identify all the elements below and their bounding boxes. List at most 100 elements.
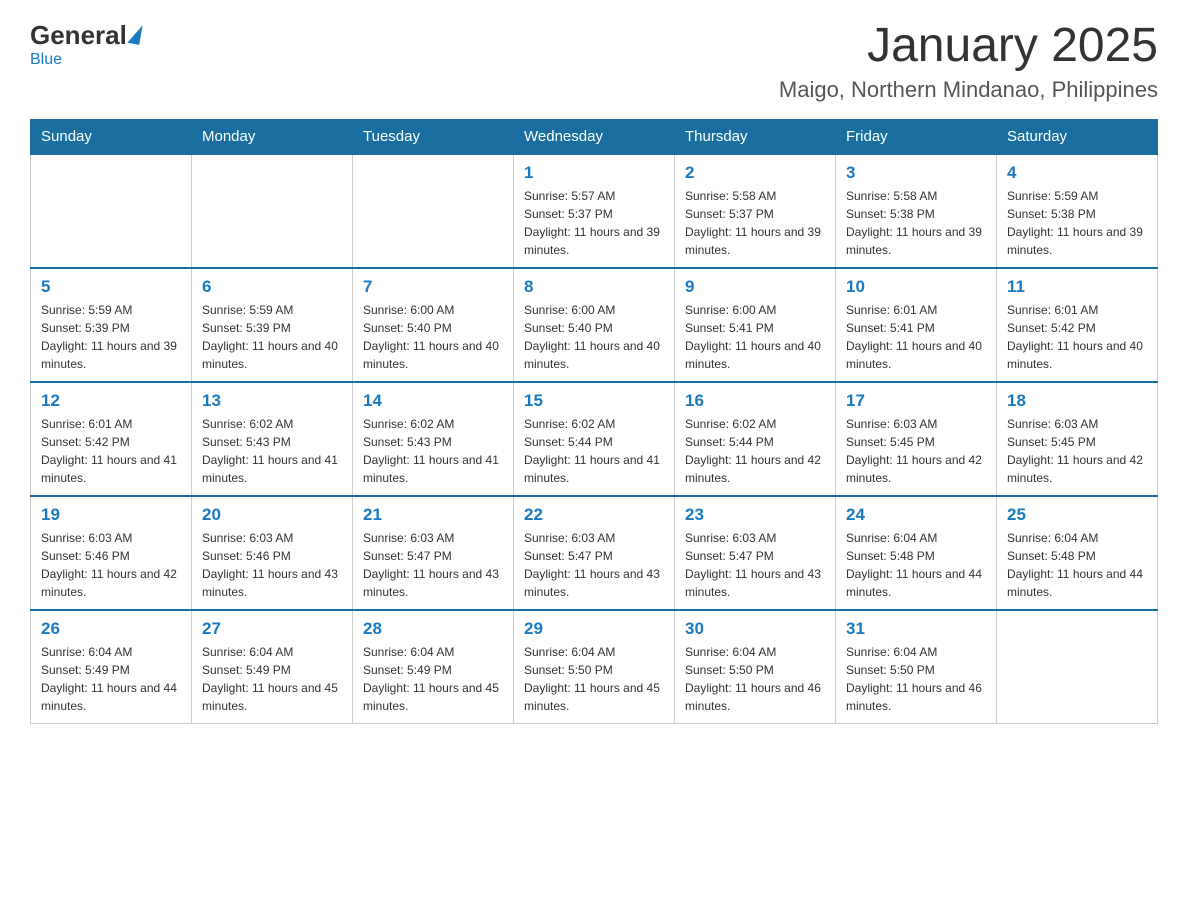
calendar-cell: 7 Sunrise: 6:00 AM Sunset: 5:40 PM Daylig… (353, 268, 514, 382)
day-number: 27 (202, 619, 342, 639)
calendar-cell: 30 Sunrise: 6:04 AM Sunset: 5:50 PM Dayli… (675, 610, 836, 724)
calendar-cell: 5Sunrise: 5:59 AM Sunset: 5:39 PM Daylig… (31, 268, 192, 382)
day-info: Sunrise: 5:57 AM Sunset: 5:37 PM Dayligh… (524, 187, 664, 259)
day-number: 3 (846, 163, 986, 183)
day-number: 21 (363, 505, 503, 525)
day-number: 23 (685, 505, 825, 525)
day-info: Sunrise: 6:03 AM Sunset: 5:47 PM Dayligh… (363, 529, 503, 601)
calendar-cell: 19 Sunrise: 6:03 AM Sunset: 5:46 PM Dayli… (31, 496, 192, 610)
day-info: Sunrise: 5:59 AM Sunset: 5:39 PM Dayligh… (202, 301, 342, 373)
calendar-cell (353, 154, 514, 268)
calendar-cell: 15 Sunrise: 6:02 AM Sunset: 5:44 PM Dayli… (514, 382, 675, 496)
logo: General Blue (30, 20, 141, 69)
day-info: Sunrise: 6:01 AM Sunset: 5:42 PM Dayligh… (41, 415, 181, 487)
day-info: Sunrise: 6:03 AM Sunset: 5:47 PM Dayligh… (524, 529, 664, 601)
page-header: General Blue January 2025 Maigo, Norther… (30, 20, 1158, 103)
calendar-cell: 14 Sunrise: 6:02 AM Sunset: 5:43 PM Dayli… (353, 382, 514, 496)
day-info: Sunrise: 6:02 AM Sunset: 5:44 PM Dayligh… (524, 415, 664, 487)
calendar-cell: 6 Sunrise: 5:59 AM Sunset: 5:39 PM Daylig… (192, 268, 353, 382)
calendar-header: SundayMondayTuesdayWednesdayThursdayFrid… (31, 119, 1158, 154)
day-number: 31 (846, 619, 986, 639)
calendar-cell (31, 154, 192, 268)
calendar-cell: 9 Sunrise: 6:00 AM Sunset: 5:41 PM Daylig… (675, 268, 836, 382)
calendar-cell: 12 Sunrise: 6:01 AM Sunset: 5:42 PM Dayli… (31, 382, 192, 496)
calendar-cell: 22Sunrise: 6:03 AM Sunset: 5:47 PM Dayli… (514, 496, 675, 610)
day-number: 15 (524, 391, 664, 411)
day-info: Sunrise: 6:03 AM Sunset: 5:46 PM Dayligh… (202, 529, 342, 601)
calendar-cell: 31 Sunrise: 6:04 AM Sunset: 5:50 PM Dayli… (836, 610, 997, 724)
calendar-cell: 8 Sunrise: 6:00 AM Sunset: 5:40 PM Daylig… (514, 268, 675, 382)
calendar-cell: 28 Sunrise: 6:04 AM Sunset: 5:49 PM Dayli… (353, 610, 514, 724)
day-info: Sunrise: 6:04 AM Sunset: 5:50 PM Dayligh… (846, 643, 986, 715)
day-number: 18 (1007, 391, 1147, 411)
title-block: January 2025 Maigo, Northern Mindanao, P… (779, 20, 1158, 103)
day-info: Sunrise: 5:59 AM Sunset: 5:39 PM Dayligh… (41, 301, 181, 373)
week-row-4: 19 Sunrise: 6:03 AM Sunset: 5:46 PM Dayli… (31, 496, 1158, 610)
weekday-header-sunday: Sunday (31, 119, 192, 154)
day-number: 10 (846, 277, 986, 297)
day-number: 7 (363, 277, 503, 297)
calendar-cell (192, 154, 353, 268)
day-number: 8 (524, 277, 664, 297)
week-row-5: 26 Sunrise: 6:04 AM Sunset: 5:49 PM Dayli… (31, 610, 1158, 724)
day-number: 26 (41, 619, 181, 639)
calendar-body: 1 Sunrise: 5:57 AM Sunset: 5:37 PM Daylig… (31, 154, 1158, 724)
day-number: 14 (363, 391, 503, 411)
day-number: 16 (685, 391, 825, 411)
calendar-cell: 24 Sunrise: 6:04 AM Sunset: 5:48 PM Dayli… (836, 496, 997, 610)
week-row-3: 12 Sunrise: 6:01 AM Sunset: 5:42 PM Dayli… (31, 382, 1158, 496)
calendar-cell: 25Sunrise: 6:04 AM Sunset: 5:48 PM Dayli… (997, 496, 1158, 610)
calendar-cell: 18Sunrise: 6:03 AM Sunset: 5:45 PM Dayli… (997, 382, 1158, 496)
month-title: January 2025 (779, 20, 1158, 73)
day-info: Sunrise: 6:04 AM Sunset: 5:48 PM Dayligh… (846, 529, 986, 601)
day-info: Sunrise: 6:02 AM Sunset: 5:44 PM Dayligh… (685, 415, 825, 487)
calendar-cell: 23 Sunrise: 6:03 AM Sunset: 5:47 PM Dayli… (675, 496, 836, 610)
calendar-cell: 13Sunrise: 6:02 AM Sunset: 5:43 PM Dayli… (192, 382, 353, 496)
weekday-header-tuesday: Tuesday (353, 119, 514, 154)
day-info: Sunrise: 6:00 AM Sunset: 5:41 PM Dayligh… (685, 301, 825, 373)
day-number: 9 (685, 277, 825, 297)
calendar-cell: 1 Sunrise: 5:57 AM Sunset: 5:37 PM Daylig… (514, 154, 675, 268)
calendar-cell: 29Sunrise: 6:04 AM Sunset: 5:50 PM Dayli… (514, 610, 675, 724)
weekday-header-friday: Friday (836, 119, 997, 154)
calendar-cell: 27 Sunrise: 6:04 AM Sunset: 5:49 PM Dayli… (192, 610, 353, 724)
logo-general-text: General (30, 20, 127, 51)
day-info: Sunrise: 6:04 AM Sunset: 5:49 PM Dayligh… (41, 643, 181, 715)
week-row-2: 5Sunrise: 5:59 AM Sunset: 5:39 PM Daylig… (31, 268, 1158, 382)
weekday-header-saturday: Saturday (997, 119, 1158, 154)
day-info: Sunrise: 5:59 AM Sunset: 5:38 PM Dayligh… (1007, 187, 1147, 259)
day-number: 2 (685, 163, 825, 183)
day-number: 11 (1007, 277, 1147, 297)
calendar-cell: 20 Sunrise: 6:03 AM Sunset: 5:46 PM Dayli… (192, 496, 353, 610)
calendar-cell (997, 610, 1158, 724)
day-info: Sunrise: 6:00 AM Sunset: 5:40 PM Dayligh… (524, 301, 664, 373)
calendar-cell: 21 Sunrise: 6:03 AM Sunset: 5:47 PM Dayli… (353, 496, 514, 610)
day-info: Sunrise: 6:02 AM Sunset: 5:43 PM Dayligh… (363, 415, 503, 487)
calendar-cell: 4Sunrise: 5:59 AM Sunset: 5:38 PM Daylig… (997, 154, 1158, 268)
day-info: Sunrise: 6:04 AM Sunset: 5:50 PM Dayligh… (685, 643, 825, 715)
day-info: Sunrise: 6:04 AM Sunset: 5:49 PM Dayligh… (363, 643, 503, 715)
weekday-header-thursday: Thursday (675, 119, 836, 154)
day-number: 6 (202, 277, 342, 297)
day-number: 28 (363, 619, 503, 639)
day-number: 13 (202, 391, 342, 411)
week-row-1: 1 Sunrise: 5:57 AM Sunset: 5:37 PM Daylig… (31, 154, 1158, 268)
day-number: 12 (41, 391, 181, 411)
day-number: 20 (202, 505, 342, 525)
day-info: Sunrise: 6:03 AM Sunset: 5:45 PM Dayligh… (846, 415, 986, 487)
day-info: Sunrise: 6:00 AM Sunset: 5:40 PM Dayligh… (363, 301, 503, 373)
logo-triangle-icon (127, 23, 142, 45)
day-info: Sunrise: 6:03 AM Sunset: 5:46 PM Dayligh… (41, 529, 181, 601)
day-number: 19 (41, 505, 181, 525)
day-info: Sunrise: 5:58 AM Sunset: 5:37 PM Dayligh… (685, 187, 825, 259)
day-info: Sunrise: 6:01 AM Sunset: 5:42 PM Dayligh… (1007, 301, 1147, 373)
day-info: Sunrise: 6:04 AM Sunset: 5:49 PM Dayligh… (202, 643, 342, 715)
day-info: Sunrise: 6:03 AM Sunset: 5:47 PM Dayligh… (685, 529, 825, 601)
weekday-header-wednesday: Wednesday (514, 119, 675, 154)
logo-blue-text: Blue (30, 51, 62, 69)
day-number: 24 (846, 505, 986, 525)
day-number: 1 (524, 163, 664, 183)
day-number: 30 (685, 619, 825, 639)
day-info: Sunrise: 6:04 AM Sunset: 5:48 PM Dayligh… (1007, 529, 1147, 601)
day-info: Sunrise: 6:04 AM Sunset: 5:50 PM Dayligh… (524, 643, 664, 715)
